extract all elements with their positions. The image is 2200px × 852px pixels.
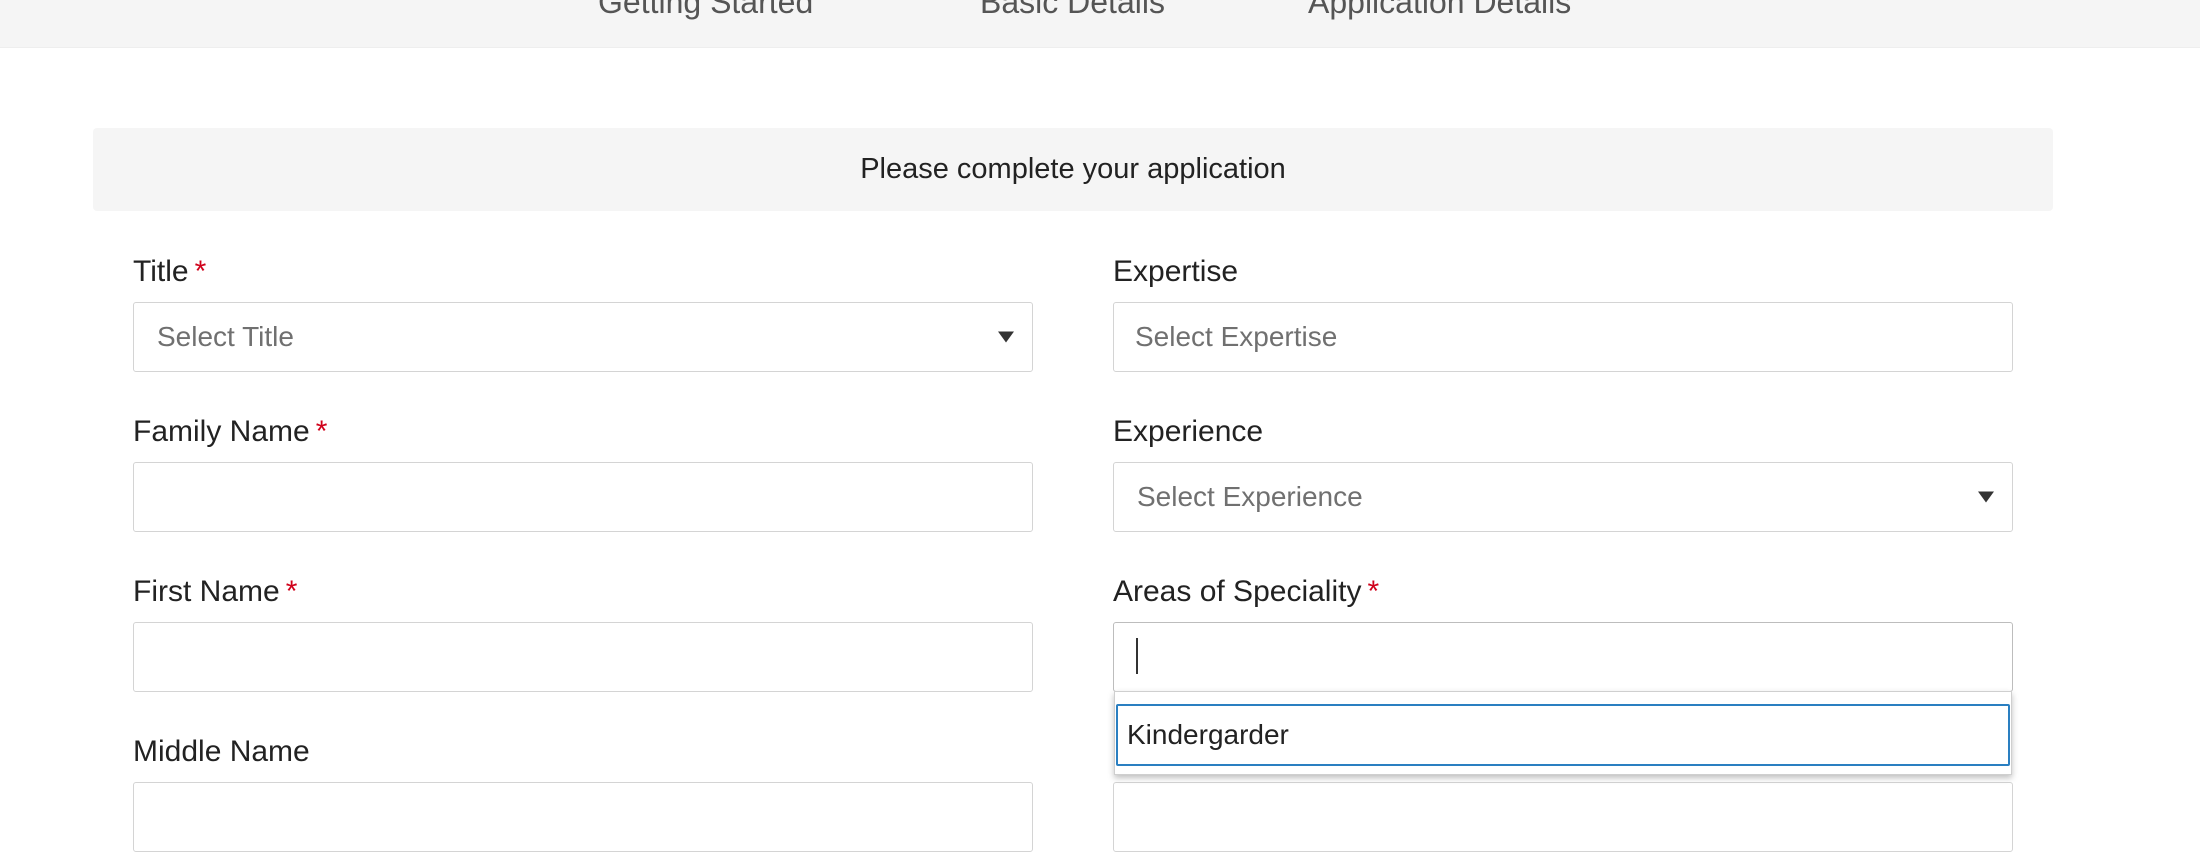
step-application-details[interactable]: Application Details xyxy=(1308,0,1571,21)
family-name-input[interactable] xyxy=(133,462,1033,532)
step-basic-details[interactable]: Basic Details xyxy=(980,0,1165,21)
required-asterisk: * xyxy=(1367,575,1380,608)
expertise-label: Expertise xyxy=(1113,255,1238,289)
family-name-label-text: Family Name xyxy=(133,415,310,448)
middle-name-input[interactable] xyxy=(133,782,1033,852)
text-cursor xyxy=(1136,638,1138,674)
areas-of-speciality-label: Areas of Speciality * xyxy=(1113,575,1379,609)
expertise-label-text: Expertise xyxy=(1113,255,1239,288)
experience-label-text: Experience xyxy=(1113,415,1264,448)
chevron-down-icon xyxy=(998,331,1014,343)
title-select-placeholder: Select Title xyxy=(157,321,294,352)
title-select[interactable]: Select Title xyxy=(133,302,1033,372)
next-field-input[interactable] xyxy=(1113,782,2013,852)
title-label-text: Title xyxy=(133,255,189,288)
first-name-label: First Name * xyxy=(133,575,297,609)
required-asterisk: * xyxy=(194,255,207,288)
form-instructions-banner: Please complete your application xyxy=(93,128,2053,211)
middle-name-label: Middle Name xyxy=(133,735,310,769)
speciality-dropdown: Kindergarder xyxy=(1114,691,2012,775)
dropdown-option-kindergarder[interactable]: Kindergarder xyxy=(1116,704,2010,766)
areas-of-speciality-label-text: Areas of Speciality xyxy=(1113,575,1362,608)
progress-stepper: Getting Started Basic Details Applicatio… xyxy=(0,0,2200,48)
first-name-label-text: First Name xyxy=(133,575,280,608)
experience-select-placeholder: Select Experience xyxy=(1137,481,1363,512)
chevron-down-icon xyxy=(1978,491,1994,503)
expertise-multiselect[interactable]: Select Expertise xyxy=(1113,302,2013,372)
family-name-label: Family Name * xyxy=(133,415,327,449)
title-label: Title * xyxy=(133,255,206,289)
areas-of-speciality-input[interactable] xyxy=(1113,622,2013,692)
required-asterisk: * xyxy=(315,415,328,448)
first-name-input[interactable] xyxy=(133,622,1033,692)
middle-name-label-text: Middle Name xyxy=(133,735,310,768)
expertise-placeholder: Select Expertise xyxy=(1135,321,1338,352)
banner-text: Please complete your application xyxy=(860,153,1286,185)
required-asterisk: * xyxy=(285,575,298,608)
step-getting-started[interactable]: Getting Started xyxy=(598,0,813,21)
experience-label: Experience xyxy=(1113,415,1263,449)
experience-select[interactable]: Select Experience xyxy=(1113,462,2013,532)
